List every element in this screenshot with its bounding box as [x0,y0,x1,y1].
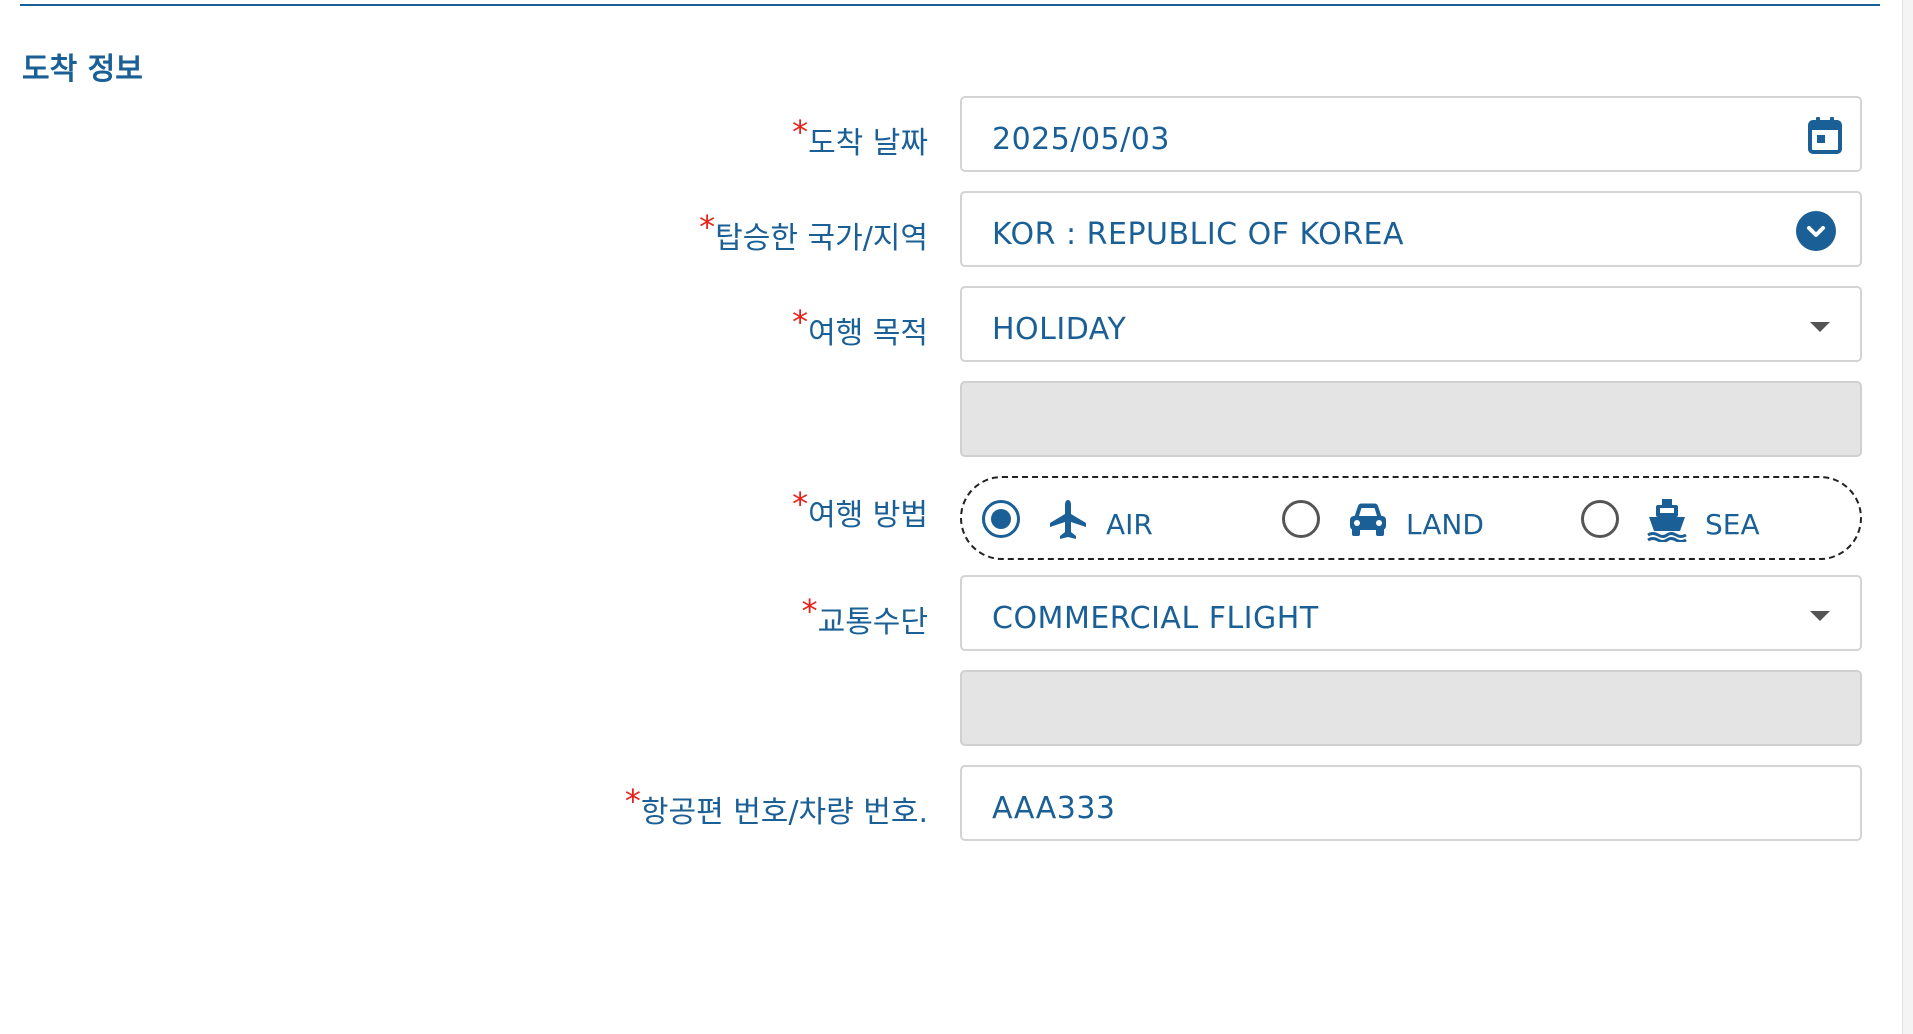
travel-mode-radio-group: AIR LAND SEA [960,476,1862,560]
travel-purpose-label: *여행 목적 [792,303,928,351]
arrival-info-form: 도착 정보 *도착 날짜 2025/05/03 *탑승한 국가/지역 KOR :… [0,0,1913,1034]
calendar-icon[interactable] [1806,116,1844,156]
transport-other-input [960,670,1862,746]
travel-purpose-select[interactable]: HOLIDAY [960,286,1862,362]
boarding-country-value: KOR : REPUBLIC OF KOREA [992,217,1405,252]
transport-select[interactable]: COMMERCIAL FLIGHT [960,575,1862,651]
caret-down-icon[interactable] [1810,611,1830,621]
travel-mode-label: *여행 방법 [792,485,928,533]
required-asterisk: * [792,303,809,341]
travel-purpose-other-input [960,381,1862,457]
required-asterisk: * [801,592,818,630]
section-divider [20,4,1880,6]
flight-number-input[interactable]: AAA333 [960,765,1862,841]
travel-mode-land-label: LAND [1406,508,1484,541]
caret-down-icon[interactable] [1810,322,1830,332]
flight-number-value: AAA333 [992,791,1116,826]
radio-sea[interactable] [1581,500,1619,538]
required-asterisk: * [792,485,809,523]
ship-icon [1647,499,1687,542]
section-title: 도착 정보 [22,52,143,87]
car-icon [1350,503,1386,536]
arrival-date-input[interactable]: 2025/05/03 [960,96,1862,172]
transport-label: *교통수단 [801,592,928,640]
transport-other-row [0,670,1880,750]
radio-air[interactable] [982,500,1020,538]
arrival-date-value: 2025/05/03 [992,122,1170,157]
required-asterisk: * [699,208,716,246]
travel-purpose-row: *여행 목적 HOLIDAY [0,286,1880,366]
travel-mode-row: *여행 방법 AIR LAND SEA [0,476,1880,560]
scrollbar[interactable] [1902,0,1913,1034]
required-asterisk: * [624,782,641,820]
transport-value: COMMERCIAL FLIGHT [992,601,1319,636]
arrival-date-row: *도착 날짜 2025/05/03 [0,96,1880,176]
boarding-country-select[interactable]: KOR : REPUBLIC OF KOREA [960,191,1862,267]
flight-number-row: *항공편 번호/차량 번호. AAA333 [0,765,1880,845]
arrival-date-label: *도착 날짜 [792,113,928,161]
boarding-country-row: *탑승한 국가/지역 KOR : REPUBLIC OF KOREA [0,191,1880,271]
travel-purpose-value: HOLIDAY [992,312,1127,347]
travel-purpose-other-row [0,381,1880,461]
required-asterisk: * [792,113,809,151]
transport-row: *교통수단 COMMERCIAL FLIGHT [0,575,1880,655]
radio-land[interactable] [1282,500,1320,538]
chevron-down-circle-icon[interactable] [1796,211,1836,251]
boarding-country-label: *탑승한 국가/지역 [699,208,928,256]
airplane-icon [1050,500,1086,539]
travel-mode-air-label: AIR [1106,508,1153,541]
travel-mode-sea-label: SEA [1705,508,1760,541]
flight-number-label: *항공편 번호/차량 번호. [624,782,928,830]
